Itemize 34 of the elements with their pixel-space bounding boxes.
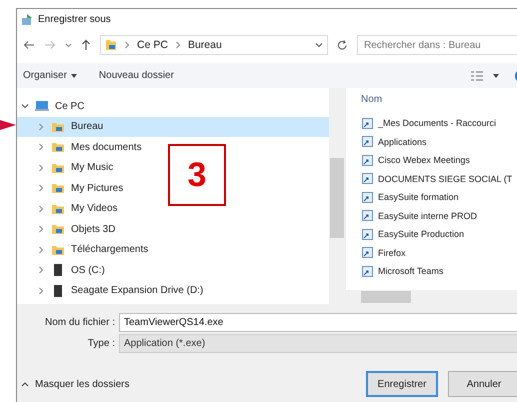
tree-item[interactable]: Mes documents (37, 137, 142, 158)
type-dropdown[interactable]: Application (*.exe) (119, 334, 517, 353)
tree-item[interactable]: Seagate Expansion Drive (D:) (37, 280, 204, 301)
toolbar-button[interactable]: Nouveau dossier (98, 70, 174, 81)
dialog-button[interactable]: Enregistrer (366, 371, 438, 397)
address-bar[interactable]: Ce PC Bureau (100, 35, 328, 55)
window-title: Enregistrer sous (38, 14, 111, 25)
file-item[interactable]: Firefox (378, 248, 406, 258)
file-item[interactable]: Cisco Webex Meetings (378, 155, 470, 166)
breadcrumb[interactable]: Bureau (188, 39, 222, 51)
tree-item[interactable]: My Videos (37, 198, 118, 219)
breadcrumb[interactable]: Ce PC (137, 39, 168, 51)
filename-field[interactable]: TeamViewerQS14.exe (119, 313, 517, 332)
file-item[interactable]: EasySuite interne PROD (378, 210, 478, 221)
annotation-label: 3 (168, 144, 226, 206)
tree-item[interactable]: Objets 3D (37, 219, 116, 240)
tree-item[interactable]: My Music (37, 158, 114, 178)
tree-item[interactable]: My Pictures (37, 178, 124, 198)
search-field[interactable]: Rechercher dans : Bureau (357, 35, 517, 55)
tree-item[interactable]: Téléchargements (37, 240, 148, 260)
file-item[interactable]: EasySuite Production (378, 229, 464, 240)
field-label: Nom du fichier : (44, 317, 115, 328)
column-header[interactable]: Nom (346, 88, 517, 114)
dialog-button[interactable]: Annuler (448, 371, 517, 397)
file-item[interactable]: Applications (378, 136, 427, 147)
hide-folders-button[interactable]: Masquer les dossiers (21, 378, 130, 390)
tree-item[interactable]: Ce PC (21, 96, 84, 116)
toolbar-button[interactable]: Organiser (23, 70, 77, 81)
file-item[interactable]: EasySuite formation (378, 192, 459, 202)
field-label: Type : (86, 338, 115, 349)
tree-item[interactable]: OS (C:) (37, 260, 105, 280)
file-item[interactable]: DOCUMENTS SIEGE SOCIAL (T (378, 174, 512, 184)
file-item[interactable]: _Mes Documents - Raccourci (378, 118, 496, 128)
file-item[interactable]: Microsoft Teams (378, 266, 444, 276)
